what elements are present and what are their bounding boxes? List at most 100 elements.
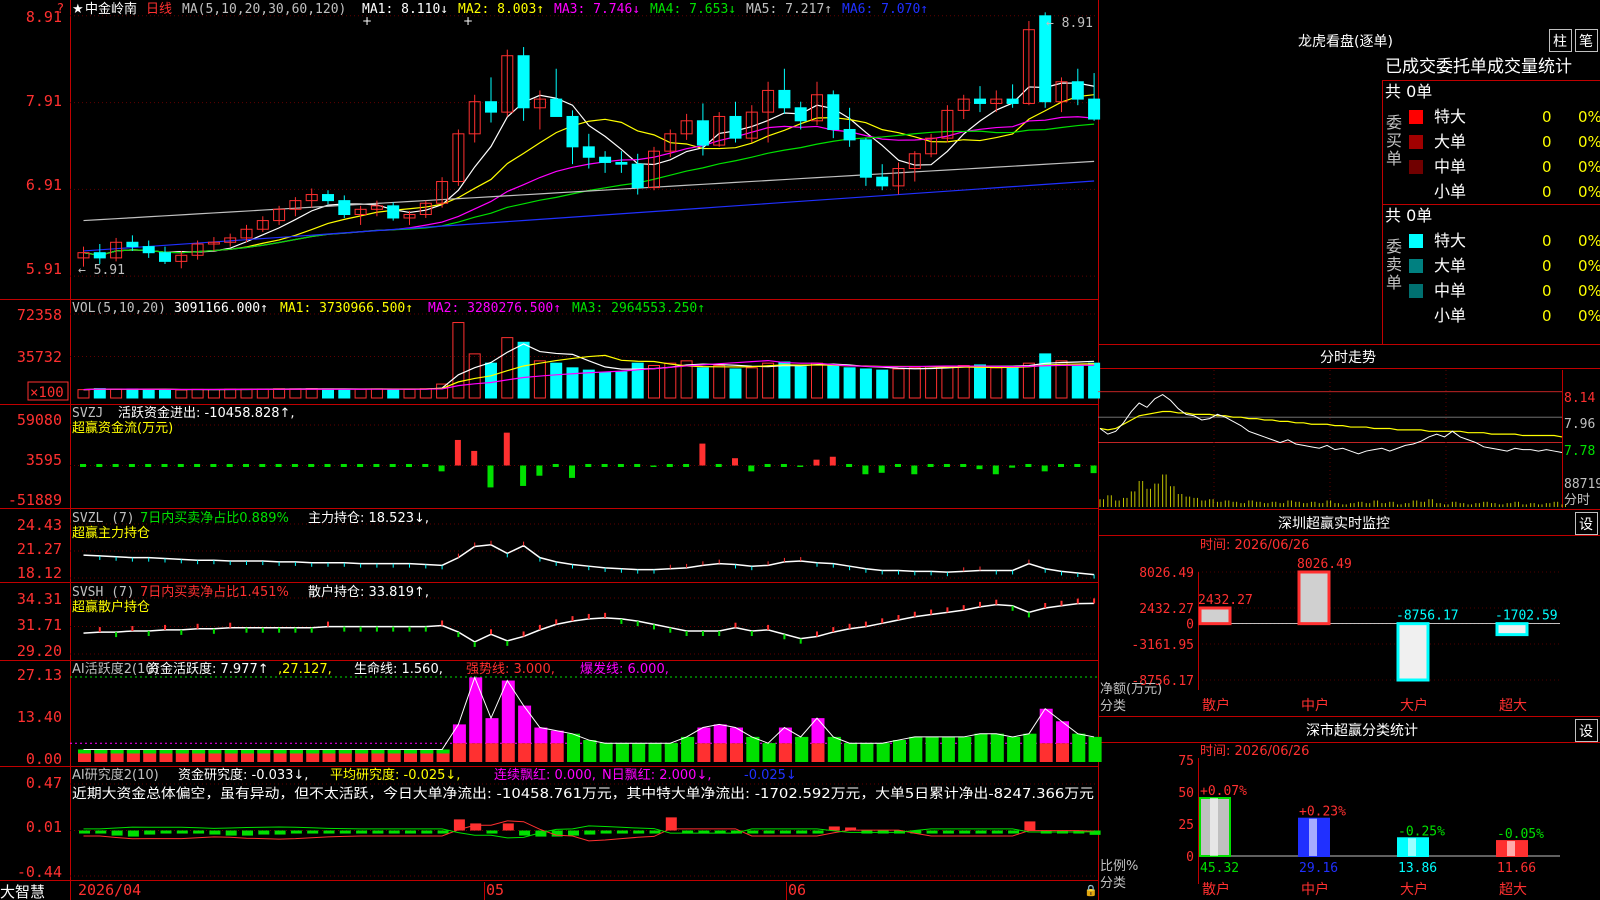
intraday-grid	[1098, 370, 1563, 508]
volume-bar	[1039, 353, 1052, 399]
flow-bar	[829, 456, 836, 466]
net-flow-bar	[1495, 622, 1529, 637]
research-bar	[633, 830, 645, 834]
flow-bar	[683, 464, 690, 468]
monitor-title: 深圳超赢实时监控	[1278, 515, 1390, 532]
intraday-panel[interactable]: 分时走势 8.14 7.96 7.78 88719 分时	[1098, 350, 1600, 508]
research-bar	[242, 830, 253, 836]
sz-monitor-panel[interactable]: 深圳超赢实时监控 设 时间: 2026/06/26 8026.49 2432.27…	[1100, 512, 1598, 715]
candle-body	[631, 163, 644, 189]
order-row-percent: 0%	[1578, 133, 1600, 151]
volume-bar	[582, 369, 595, 399]
volume-bar	[93, 388, 106, 399]
order-row-label: 特大	[1434, 107, 1466, 126]
net-flow-tick: 8026.49	[1139, 566, 1194, 581]
svg-text:34.31: 34.31	[17, 590, 62, 608]
activity-bar	[550, 743, 564, 762]
avg-price-line	[1099, 410, 1563, 438]
flow-bar	[96, 464, 103, 468]
candlestick-series[interactable]	[77, 12, 1101, 269]
volume-panel[interactable]: 72358 35732 ×100 VOL(5,10,20) 3091166.00…	[17, 301, 1101, 401]
ratio-value: 29.16	[1299, 861, 1338, 876]
ai-activity-header: AI活跃度2(10) 资金活跃度: 7.977↑ ,27.127, 生命线: 1…	[72, 661, 669, 677]
sz-category-panel[interactable]: 深市超赢分类统计 设 时间: 2026/06/26 75 50 25 0 +0.07% 4…	[1100, 719, 1598, 899]
order-row-percent: 0%	[1578, 183, 1600, 201]
retail-holding-panel[interactable]: 34.31 31.71 29.20 SVSH (7) 7日内买卖净占比1.451…	[17, 584, 1098, 660]
activity-cap	[599, 743, 613, 748]
volume-bar	[370, 388, 383, 399]
svg-text:强势线: 3.000,: 强势线: 3.000,	[466, 661, 555, 677]
svg-text:13.40: 13.40	[17, 708, 62, 726]
order-row-count: 0	[1542, 307, 1552, 325]
volume-grid	[70, 313, 1098, 358]
candle-body	[322, 194, 334, 202]
flow-bar	[357, 464, 364, 468]
price-panel[interactable]: 8.91 7.91 6.91 5.91 ← 8.91 ← 5.91 ? ★ 中金…	[26, 1, 1101, 278]
activity-cap	[681, 736, 695, 741]
volume-bar	[305, 388, 318, 399]
category-settings-label[interactable]: 设	[1579, 724, 1593, 740]
candle-body	[566, 115, 579, 148]
monitor-settings-label[interactable]: 设	[1579, 517, 1593, 533]
tick-view-button-label[interactable]: 笔	[1579, 34, 1593, 50]
activity-cap	[175, 749, 189, 754]
activity-bar	[974, 733, 988, 762]
activity-bar	[485, 743, 499, 762]
svg-text:27.13: 27.13	[17, 666, 62, 684]
volume-bar	[990, 367, 1003, 399]
net-flow-tick: 2432.27	[1139, 602, 1194, 617]
main-holding-panel[interactable]: 24.43 21.27 18.12 SVZL (7) 7日内买卖净占比0.889…	[17, 510, 1098, 582]
fund-flow-y-axis: 59080 3595 -51889	[8, 411, 62, 509]
activity-bar	[501, 743, 515, 762]
flow-bar	[666, 464, 673, 468]
activity-cap	[632, 743, 646, 748]
ma-line	[83, 82, 1095, 256]
flow-bar	[454, 439, 461, 466]
research-bar	[975, 830, 987, 834]
volume-bar	[354, 388, 367, 399]
candle-body	[843, 128, 856, 141]
activity-bar	[452, 724, 466, 744]
svg-text:-0.44: -0.44	[17, 863, 62, 881]
activity-cap	[876, 743, 890, 748]
ratio-change: +0.07%	[1200, 784, 1247, 799]
bar-view-button-label[interactable]: 柱	[1553, 34, 1567, 50]
lock-icon: 🔒	[1084, 884, 1098, 897]
flow-bar	[748, 465, 755, 472]
volume-bar	[1055, 360, 1068, 399]
flow-bar	[895, 464, 901, 468]
research-bar	[421, 830, 433, 834]
price-tick: 7.91	[26, 92, 62, 110]
flow-bar	[634, 464, 641, 468]
flow-bar	[226, 464, 233, 468]
ratio-value: 11.66	[1497, 861, 1536, 876]
activity-bar	[730, 743, 743, 762]
flow-bar	[846, 464, 853, 468]
net-flow-value: -1702.59	[1495, 609, 1558, 624]
flow-bar	[732, 458, 738, 466]
stats-header: 已成交委托单成交量统计	[1385, 57, 1572, 77]
order-row-percent: 0%	[1578, 307, 1600, 325]
order-row-label: 小单	[1434, 182, 1466, 201]
net-flow-category: 散户	[1202, 697, 1230, 714]
order-row-count: 0	[1542, 133, 1552, 151]
research-bar	[405, 830, 416, 834]
brand-label: 大智慧	[0, 883, 45, 900]
volume-bar	[957, 364, 970, 399]
ai-activity-panel[interactable]: 27.13 13.40 0.00 AI活跃度2(10) 资金活跃度: 7.977…	[17, 661, 1102, 768]
fund-flow-panel[interactable]: 59080 3595 -51889 SVZJ 活跃资金进出: -10458.82…	[8, 405, 1098, 509]
activity-cap	[355, 749, 369, 754]
candle-body	[338, 200, 351, 216]
activity-cap	[844, 743, 858, 748]
svg-text:7日内买卖净占比0.889%: 7日内买卖净占比0.889%	[140, 510, 289, 526]
research-bar	[502, 823, 514, 831]
research-bar	[812, 830, 824, 834]
order-row-percent: 0%	[1578, 257, 1600, 275]
flow-bar	[617, 464, 624, 468]
svg-text:超赢主力持仓: 超赢主力持仓	[72, 525, 150, 541]
svg-text:MA2: 3280276.500↑: MA2: 3280276.500↑	[428, 301, 561, 316]
ai-research-panel[interactable]: 0.47 0.01 -0.44 AI研究度2(10) 资金研究度: -0.033…	[17, 767, 1101, 881]
fund-flow-header: SVZJ 活跃资金进出: -10458.828↑, 超赢资金流(万元)	[72, 405, 295, 436]
flow-bar	[976, 465, 983, 470]
volume-bar	[142, 389, 155, 399]
